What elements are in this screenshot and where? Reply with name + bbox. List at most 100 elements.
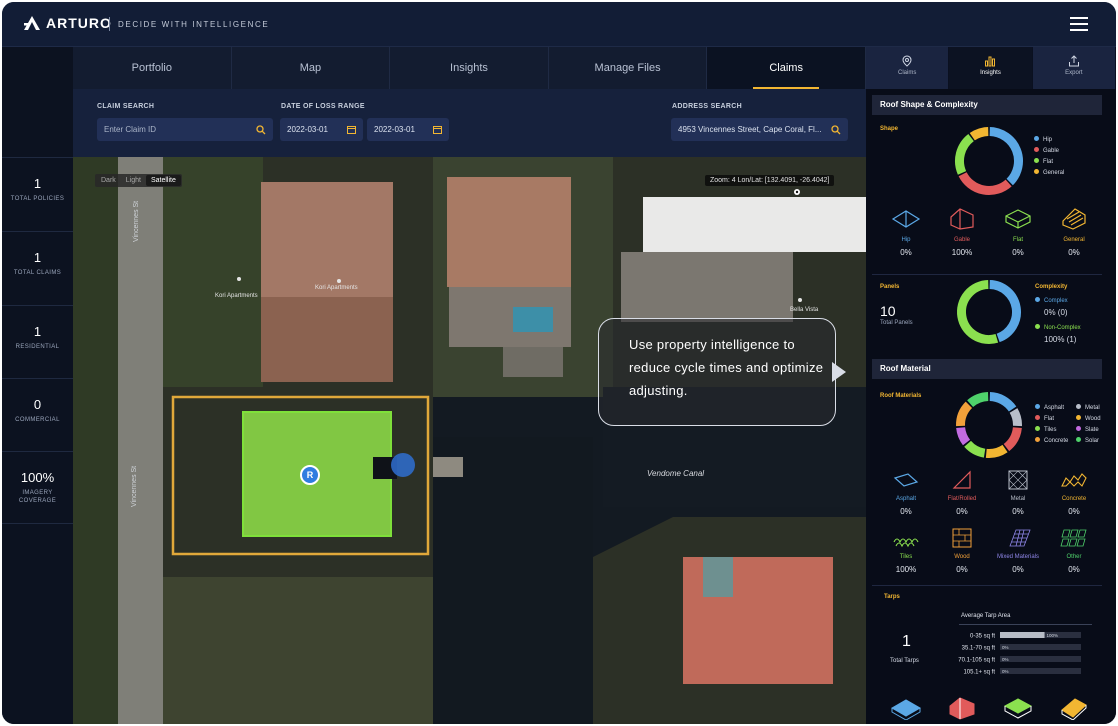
- brand-divider: [109, 17, 110, 31]
- roof-material-donut-chart: [956, 392, 1022, 458]
- roof-material-mixed[interactable]: Mixed Materials 0%: [990, 528, 1046, 574]
- shape-subheader: Shape: [880, 126, 899, 132]
- search-icon[interactable]: [256, 125, 266, 135]
- tab-claims[interactable]: Claims: [707, 47, 866, 89]
- stat-value: 0: [33, 397, 42, 412]
- roof-material-wood[interactable]: Wood 0%: [934, 528, 990, 574]
- donut-segment-flat[interactable]: [1003, 426, 1022, 452]
- zoom-readout: Zoom: 4 Lon/Lat: [132.4091, -26.4042]: [705, 175, 835, 186]
- stat-value: 1: [33, 324, 42, 339]
- donut-segment-general[interactable]: [969, 127, 989, 141]
- donut-segment-gable[interactable]: [958, 171, 1012, 195]
- map-style-dark[interactable]: Dark: [96, 175, 121, 186]
- legend-item-flat: Flat: [1034, 157, 1064, 168]
- donut-segment-complex[interactable]: [989, 280, 1021, 343]
- main-nav-tabs: Portfolio Map Insights Manage Files Clai…: [73, 47, 866, 89]
- flat-roof-icon: [1005, 209, 1031, 229]
- bar-chart-icon: [985, 56, 996, 67]
- property-marker[interactable]: R: [300, 465, 320, 485]
- flat-roof-icon: [1003, 698, 1033, 719]
- roof-shape-flat[interactable]: Flat 0%: [990, 207, 1046, 257]
- panel-tab-export[interactable]: Export: [1032, 47, 1116, 89]
- tab-manage-files[interactable]: Manage Files: [549, 47, 708, 89]
- section-divider: [872, 274, 1102, 275]
- stat-residential: 1 RESIDENTIAL: [2, 305, 73, 378]
- roof-material-other[interactable]: Other 0%: [1046, 528, 1102, 574]
- promo-callout: Use property intelligence to reduce cycl…: [598, 318, 836, 426]
- roof-material-icons-row-2: Tiles 100% Wood 0% Mixed Materials 0% Ot…: [878, 528, 1102, 574]
- donut-segment-slate[interactable]: [956, 426, 971, 446]
- stat-imagery-coverage: 100% IMAGERY COVERAGE: [2, 451, 73, 524]
- tarp-icon-hip: [878, 696, 934, 720]
- complexity-donut-chart: [957, 280, 1021, 344]
- roof-material-flat-rolled[interactable]: Flat/Rolled 0%: [934, 470, 990, 516]
- tarp-icon-general: [1046, 696, 1102, 720]
- tarps-count: 1: [902, 633, 911, 650]
- panel-tab-label: Claims: [897, 70, 917, 76]
- address-search-value: 4953 Vincennes Street, Cape Coral, Fl...: [678, 125, 822, 134]
- stat-value: 1: [33, 176, 42, 191]
- donut-segment-tiles[interactable]: [964, 440, 986, 458]
- panels-count: 10: [880, 303, 896, 319]
- date-from-value: 2022-03-01: [287, 125, 328, 134]
- tab-map[interactable]: Map: [232, 47, 391, 89]
- roof-shape-general[interactable]: General 0%: [1046, 207, 1102, 257]
- logo[interactable]: ARTURO: [24, 15, 112, 31]
- address-search-input[interactable]: 4953 Vincennes Street, Cape Coral, Fl...: [671, 118, 848, 141]
- roof-material-metal[interactable]: Metal 0%: [990, 470, 1046, 516]
- donut-segment-metal[interactable]: [1009, 408, 1022, 427]
- stat-total-claims: 1 TOTAL CLAIMS: [2, 231, 73, 304]
- tarp-roof-icons: [878, 696, 1102, 720]
- stat-label: TOTAL POLICIES: [10, 196, 65, 202]
- poi-label: Kori Apartments: [315, 285, 358, 291]
- roof-shape-legend: Hip Gable Flat General: [1034, 135, 1064, 179]
- complexity-subheader: Complexity: [1035, 284, 1068, 290]
- panel-tab-claims[interactable]: Claims: [866, 47, 950, 89]
- donut-segment-asphalt[interactable]: [989, 392, 1017, 412]
- stat-value: 1: [33, 250, 42, 265]
- tarp-bar-percent: 100%: [1047, 633, 1059, 638]
- date-from-input[interactable]: 2022-03-01: [280, 118, 363, 141]
- address-search-label: ADDRESS SEARCH: [672, 103, 742, 110]
- general-roof-icon: [1062, 208, 1086, 230]
- legend-row: Concrete Solar: [1035, 436, 1115, 447]
- satellite-map[interactable]: Dark Light Satellite Zoom: 4 Lon/Lat: [1…: [73, 157, 866, 724]
- hamburger-menu-icon[interactable]: [1070, 17, 1088, 31]
- donut-segment-hip[interactable]: [989, 127, 1023, 186]
- map-style-satellite[interactable]: Satellite: [145, 175, 181, 186]
- roof-material-asphalt[interactable]: Asphalt 0%: [878, 470, 934, 516]
- roof-shape-hip[interactable]: Hip 0%: [878, 207, 934, 257]
- date-to-input[interactable]: 2022-03-01: [367, 118, 449, 141]
- roof-shape-header: Roof Shape & Complexity: [872, 95, 1102, 115]
- roof-material-concrete[interactable]: Concrete 0%: [1046, 470, 1102, 516]
- tab-insights[interactable]: Insights: [390, 47, 549, 89]
- calendar-icon[interactable]: [433, 125, 442, 134]
- donut-segment-flat[interactable]: [955, 134, 975, 175]
- claim-search-input[interactable]: Enter Claim ID: [97, 118, 273, 141]
- street-label: Vincennes St: [133, 200, 140, 242]
- tarps-count-label: Total Tarps: [890, 658, 919, 664]
- callout-text: Use property intelligence to reduce cycl…: [629, 337, 824, 398]
- donut-segment-wood[interactable]: [985, 444, 1008, 458]
- donut-segment-concrete[interactable]: [956, 401, 973, 427]
- roof-material-header: Roof Material: [872, 359, 1102, 379]
- tarp-range-label: 70.1-105 sq ft: [958, 658, 995, 664]
- map-style-light[interactable]: Light: [121, 175, 146, 186]
- legend-row: Flat Wood: [1035, 414, 1115, 425]
- search-bar: CLAIM SEARCH Enter Claim ID DATE OF LOSS…: [73, 89, 866, 157]
- roof-shape-gable[interactable]: Gable 100%: [934, 207, 990, 257]
- section-divider: [872, 585, 1102, 586]
- claim-search-placeholder: Enter Claim ID: [104, 125, 157, 134]
- tarp-range-label: 0-35 sq ft: [970, 634, 995, 640]
- search-icon[interactable]: [831, 125, 841, 135]
- panel-tab-insights[interactable]: Insights: [949, 47, 1033, 89]
- donut-segment-solar[interactable]: [967, 392, 989, 408]
- tab-portfolio[interactable]: Portfolio: [73, 47, 232, 89]
- donut-segment-non-complex[interactable]: [957, 280, 999, 344]
- roof-material-tiles[interactable]: Tiles 100%: [878, 528, 934, 574]
- top-bar: ARTURO DECIDE WITH INTELLIGENCE: [2, 2, 1116, 47]
- stat-label: TOTAL CLAIMS: [13, 270, 62, 276]
- complex-value: 0% (0): [1044, 308, 1068, 317]
- tarp-icon-flat: [990, 696, 1046, 720]
- calendar-icon[interactable]: [347, 125, 356, 134]
